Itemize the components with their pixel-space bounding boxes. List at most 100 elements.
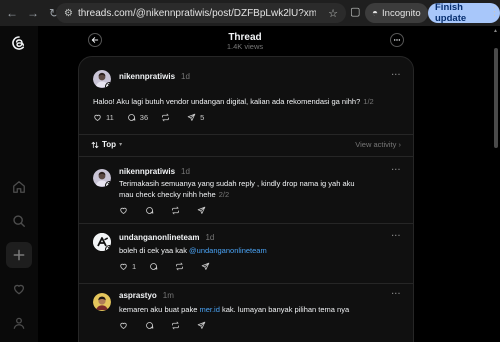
mention-link[interactable]: mer.id: [199, 305, 219, 314]
post-more-icon[interactable]: ···: [392, 70, 402, 79]
heart-icon: [94, 114, 101, 121]
reply-more-icon[interactable]: ···: [392, 289, 402, 298]
share-button[interactable]: [197, 206, 210, 215]
arrow-left-icon: [91, 37, 99, 43]
repost-button[interactable]: [161, 113, 174, 122]
reply-item[interactable]: asprastyo 1m ··· kemaren aku buat pake me…: [79, 284, 413, 342]
create-post-icon[interactable]: [6, 242, 32, 268]
reply-author[interactable]: undanganonlineteam 1d: [119, 233, 214, 242]
repost-icon: [172, 206, 179, 215]
scroll-up-arrow-icon[interactable]: ▲: [493, 28, 498, 34]
share-button[interactable]: [201, 262, 214, 271]
reply-author[interactable]: nikennpratiwis 1d: [119, 167, 190, 176]
send-icon: [201, 262, 210, 270]
post-author[interactable]: nikennpratiwis 1d: [119, 72, 190, 81]
like-button[interactable]: 11: [93, 113, 114, 122]
like-count: 11: [106, 113, 114, 122]
like-button[interactable]: [119, 321, 132, 330]
thread-options-button[interactable]: [390, 33, 404, 47]
chevron-right-icon: ›: [398, 140, 402, 149]
view-activity-link[interactable]: View activity ›: [355, 140, 401, 149]
threads-logo-icon[interactable]: [6, 30, 32, 56]
profile-icon[interactable]: [6, 310, 32, 336]
bookmark-star-icon[interactable]: ☆: [328, 7, 338, 20]
comment-icon: [150, 263, 158, 270]
follow-plus-icon[interactable]: +: [105, 82, 111, 88]
post-text: Haloo! Aku lagi butuh vendor undangan di…: [93, 96, 403, 107]
share-button[interactable]: [197, 321, 210, 330]
username[interactable]: nikennpratiwis: [119, 72, 175, 81]
reply-body: boleh di cek yaa kak: [119, 246, 190, 255]
timestamp: 1d: [181, 72, 190, 81]
url-text: threads.com/@nikennpratiwis/post/DZFBpLw…: [77, 7, 316, 19]
comment-icon: [127, 114, 136, 121]
chevron-down-icon: ▾: [119, 142, 123, 148]
forward-icon[interactable]: →: [24, 4, 42, 22]
repost-icon: [162, 113, 170, 122]
incognito-badge[interactable]: ◓ Incognito: [365, 3, 428, 23]
activity-heart-icon[interactable]: [6, 276, 32, 302]
sort-bar: Top ▾ View activity ›: [79, 135, 413, 155]
reply-count: 36: [139, 113, 149, 122]
reply-item[interactable]: + undanganonlineteam 1d ··· boleh di cek …: [79, 224, 413, 282]
send-icon: [197, 321, 206, 329]
reply-counter: 2/2: [218, 190, 230, 199]
username[interactable]: asprastyo: [119, 291, 157, 300]
browser-menu-icon[interactable]: ⋮: [489, 5, 500, 18]
share-button[interactable]: 5: [187, 113, 204, 122]
post-counter: 1/2: [363, 97, 374, 106]
address-bar[interactable]: ⚙ threads.com/@nikennpratiwis/post/DZFBp…: [56, 3, 346, 23]
like-button[interactable]: [119, 206, 132, 215]
timestamp: 1m: [162, 291, 174, 300]
sort-icon: [91, 141, 99, 148]
reply-more-icon[interactable]: ···: [392, 165, 402, 174]
repost-button[interactable]: [171, 321, 184, 330]
extensions-icon[interactable]: ▢: [350, 5, 360, 18]
reply-more-icon[interactable]: ···: [392, 231, 402, 240]
send-icon: [187, 113, 196, 121]
avatar[interactable]: +: [93, 70, 111, 88]
home-icon[interactable]: [6, 174, 32, 200]
follow-plus-icon[interactable]: +: [105, 245, 111, 251]
comment-icon: [146, 322, 154, 329]
avatar[interactable]: +: [93, 169, 111, 187]
comment-icon: [146, 207, 154, 214]
avatar[interactable]: [93, 293, 111, 311]
view-count: 1.4K views: [226, 42, 264, 51]
repost-button[interactable]: [175, 262, 188, 271]
follow-plus-icon[interactable]: +: [105, 181, 111, 187]
view-activity-label: View activity: [355, 140, 397, 149]
mention-link[interactable]: @undanganonlineteam: [189, 246, 267, 255]
heart-icon: [120, 207, 127, 214]
share-count: 5: [200, 113, 205, 122]
avatar[interactable]: +: [93, 233, 111, 251]
sort-dropdown[interactable]: Top ▾: [91, 140, 122, 149]
back-button[interactable]: [88, 33, 102, 47]
reply-item[interactable]: + nikennpratiwis 1d ··· Terimakasih semua…: [79, 157, 413, 219]
reply-author[interactable]: asprastyo 1m: [119, 291, 174, 300]
search-icon[interactable]: [6, 208, 32, 234]
heart-icon: [120, 322, 127, 329]
scrollbar-thumb[interactable]: [494, 48, 498, 148]
reply-actions: [119, 206, 223, 215]
username[interactable]: undanganonlineteam: [119, 233, 199, 242]
reply-button[interactable]: [149, 262, 162, 271]
left-navigation: [0, 26, 38, 342]
back-icon[interactable]: ←: [3, 4, 21, 22]
reply-button[interactable]: [145, 321, 158, 330]
like-button[interactable]: 1: [119, 262, 136, 271]
send-icon: [197, 206, 206, 214]
site-info-icon[interactable]: ⚙: [64, 8, 73, 19]
incognito-icon: ◓: [372, 7, 379, 19]
repost-button[interactable]: [171, 206, 184, 215]
reply-button[interactable]: [145, 206, 158, 215]
repost-icon: [176, 262, 184, 271]
post-body: Haloo! Aku lagi butuh vendor undangan di…: [93, 97, 361, 106]
post-actions: 11 36 5: [93, 113, 217, 122]
reply-button[interactable]: 36: [127, 113, 148, 122]
username[interactable]: nikennpratiwis: [119, 167, 175, 176]
browser-toolbar: ← → ↻ ⚙ threads.com/@nikennpratiwis/post…: [0, 0, 500, 26]
reply-actions: [119, 321, 223, 330]
repost-icon: [172, 321, 179, 330]
more-icon: [393, 39, 401, 41]
